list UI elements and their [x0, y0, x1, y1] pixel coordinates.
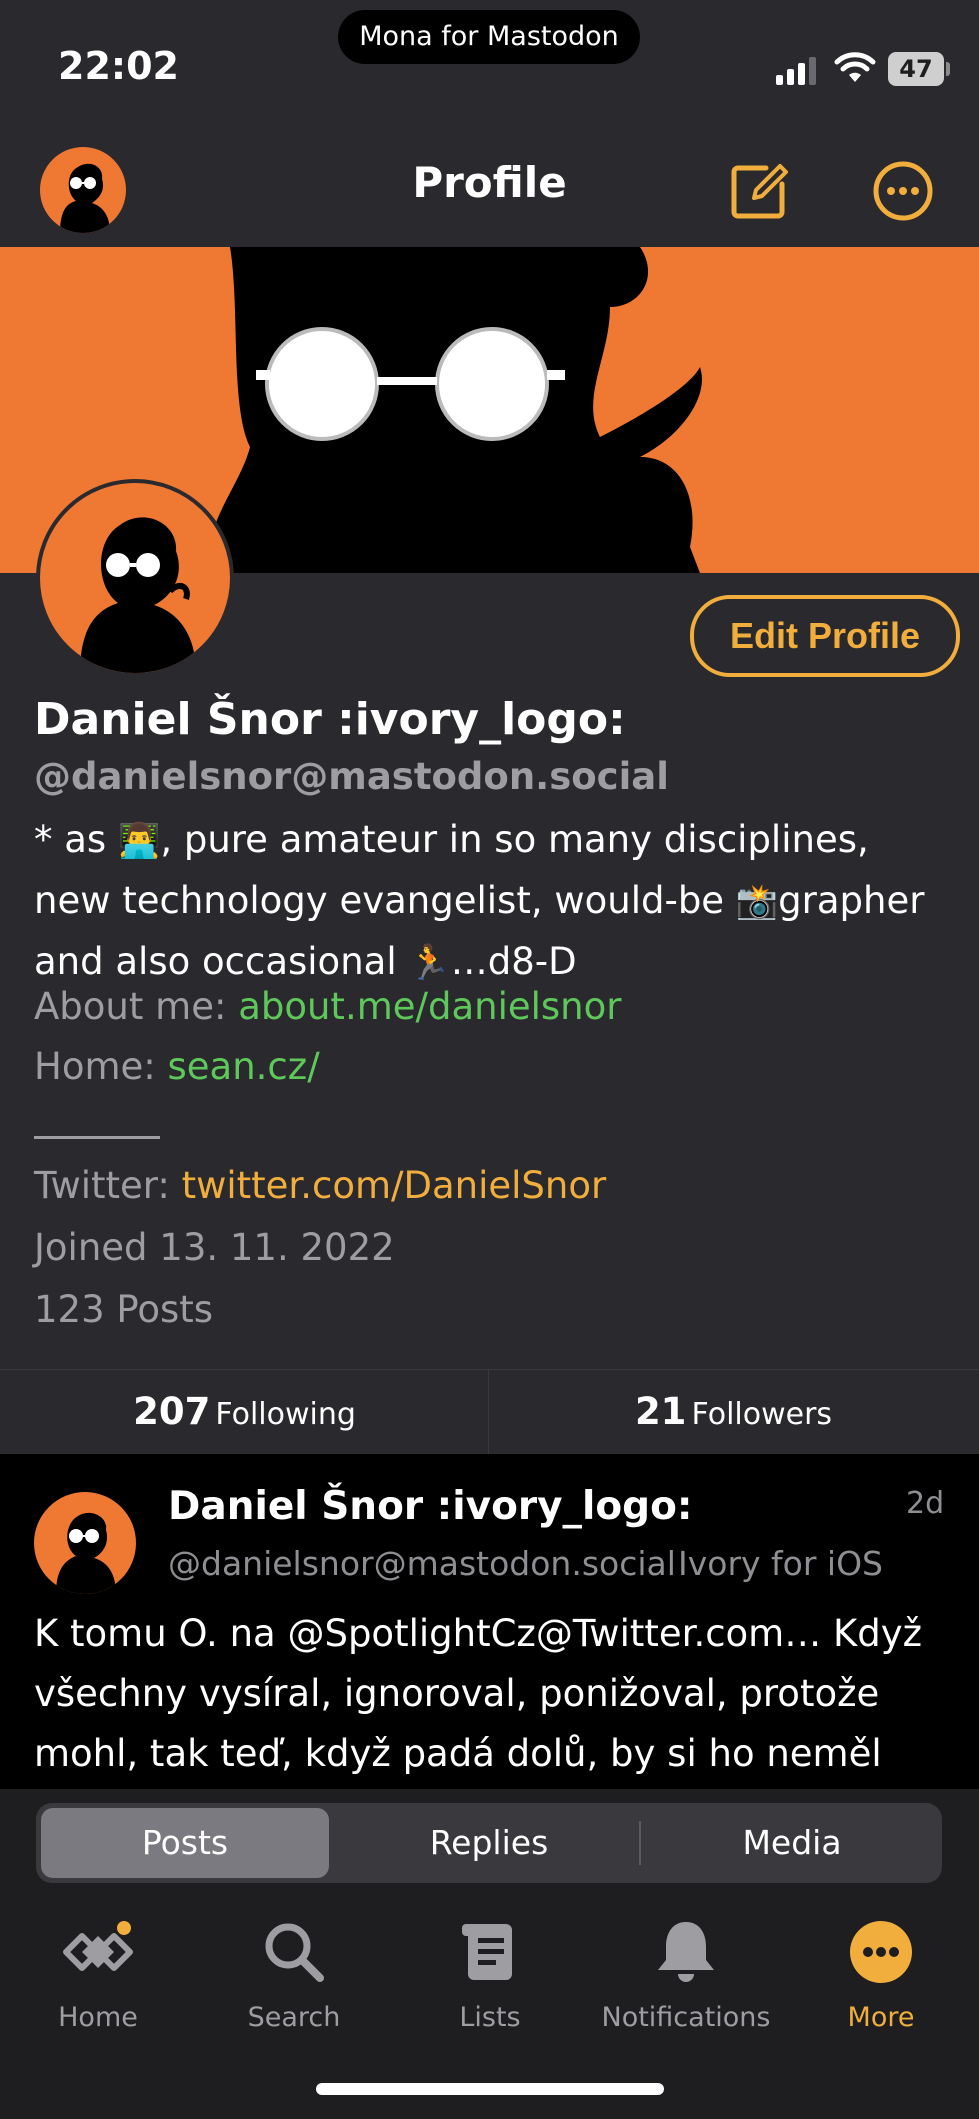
segment-replies[interactable]: Replies: [345, 1808, 633, 1878]
home-indicator: [316, 2083, 664, 2095]
about-me-field: About me: about.me/danielsnor: [34, 985, 622, 1028]
bell-icon: [658, 1922, 714, 1982]
post-timestamp: 2d: [906, 1486, 945, 1521]
compose-icon: [731, 164, 788, 219]
following-button[interactable]: 207 Following: [0, 1370, 489, 1454]
post-card[interactable]: Daniel Šnor :ivory_logo: 2d @danielsnor@…: [0, 1454, 979, 1789]
joined-date: Joined 13. 11. 2022: [34, 1226, 395, 1269]
edit-profile-button[interactable]: Edit Profile: [690, 595, 960, 677]
battery-indicator: 47: [888, 52, 944, 86]
battery-tip: [946, 62, 950, 76]
runner-emoji: 🏃: [408, 943, 451, 983]
profile-avatar[interactable]: [36, 479, 234, 677]
posts-count: 123 Posts: [34, 1288, 214, 1331]
twitter-link[interactable]: twitter.com/DanielSnor: [182, 1164, 607, 1207]
post-author-avatar[interactable]: [34, 1492, 136, 1594]
post-author-handle: @danielsnor@mastodon.social: [168, 1544, 676, 1583]
tab-lists[interactable]: Lists: [392, 1916, 588, 2033]
home-link[interactable]: sean.cz/: [168, 1045, 320, 1088]
bio-divider: [34, 1136, 160, 1139]
profile-display-name: Daniel Šnor :ivory_logo:: [34, 694, 626, 745]
tab-home[interactable]: Home: [0, 1916, 196, 2033]
profile-bio: * as 👨‍💻, pure amateur in so many discip…: [34, 810, 964, 993]
lists-icon: [462, 1924, 512, 1980]
search-icon: [265, 1923, 324, 1982]
home-field: Home: sean.cz/: [34, 1045, 320, 1088]
follow-stats-bar: 207 Following 21 Followers: [0, 1369, 979, 1455]
wifi-icon: [834, 52, 876, 82]
tab-search[interactable]: Search: [196, 1916, 392, 2033]
profile-filter-bar: Posts Replies Media: [0, 1789, 979, 1904]
post-client: Ivory for iOS: [678, 1544, 883, 1583]
tab-more[interactable]: More: [783, 1916, 979, 2033]
ellipsis-circle-icon: [873, 161, 933, 221]
technologist-emoji: 👨‍💻: [117, 821, 161, 861]
post-content: K tomu O. na @SpotlightCz@Twitter.com… K…: [34, 1612, 923, 1775]
bio-line: and also occasional 🏃…d8-D: [34, 940, 577, 983]
avatar-silhouette-icon: [56, 1512, 116, 1594]
segmented-control: Posts Replies Media: [36, 1803, 942, 1883]
segment-media[interactable]: Media: [648, 1808, 936, 1878]
more-options-button[interactable]: [870, 158, 936, 224]
followers-button[interactable]: 21 Followers: [489, 1370, 978, 1454]
tab-notifications[interactable]: Notifications: [588, 1916, 784, 2033]
twitter-field: Twitter: twitter.com/DanielSnor: [34, 1164, 607, 1207]
camera-flash-emoji: 📸: [735, 882, 779, 922]
bio-line: new technology evangelist, would-be 📸gra…: [34, 879, 925, 922]
compose-button[interactable]: [726, 158, 792, 224]
profile-handle: @danielsnor@mastodon.social: [34, 755, 669, 798]
bio-line: * as 👨‍💻, pure amateur in so many discip…: [34, 818, 869, 861]
segment-posts[interactable]: Posts: [41, 1808, 329, 1878]
status-time: 22:02: [58, 44, 179, 88]
avatar-silhouette-icon: [80, 517, 196, 673]
segment-divider: [639, 1821, 641, 1865]
post-author-name: Daniel Šnor :ivory_logo:: [168, 1484, 693, 1529]
cellular-signal-icon: [776, 57, 816, 85]
page-title: Profile: [412, 158, 567, 207]
home-icon: [63, 1921, 133, 1971]
about-me-link[interactable]: about.me/danielsnor: [238, 985, 621, 1028]
dynamic-island: Mona for Mastodon: [338, 10, 640, 64]
more-icon: [850, 1921, 912, 1983]
